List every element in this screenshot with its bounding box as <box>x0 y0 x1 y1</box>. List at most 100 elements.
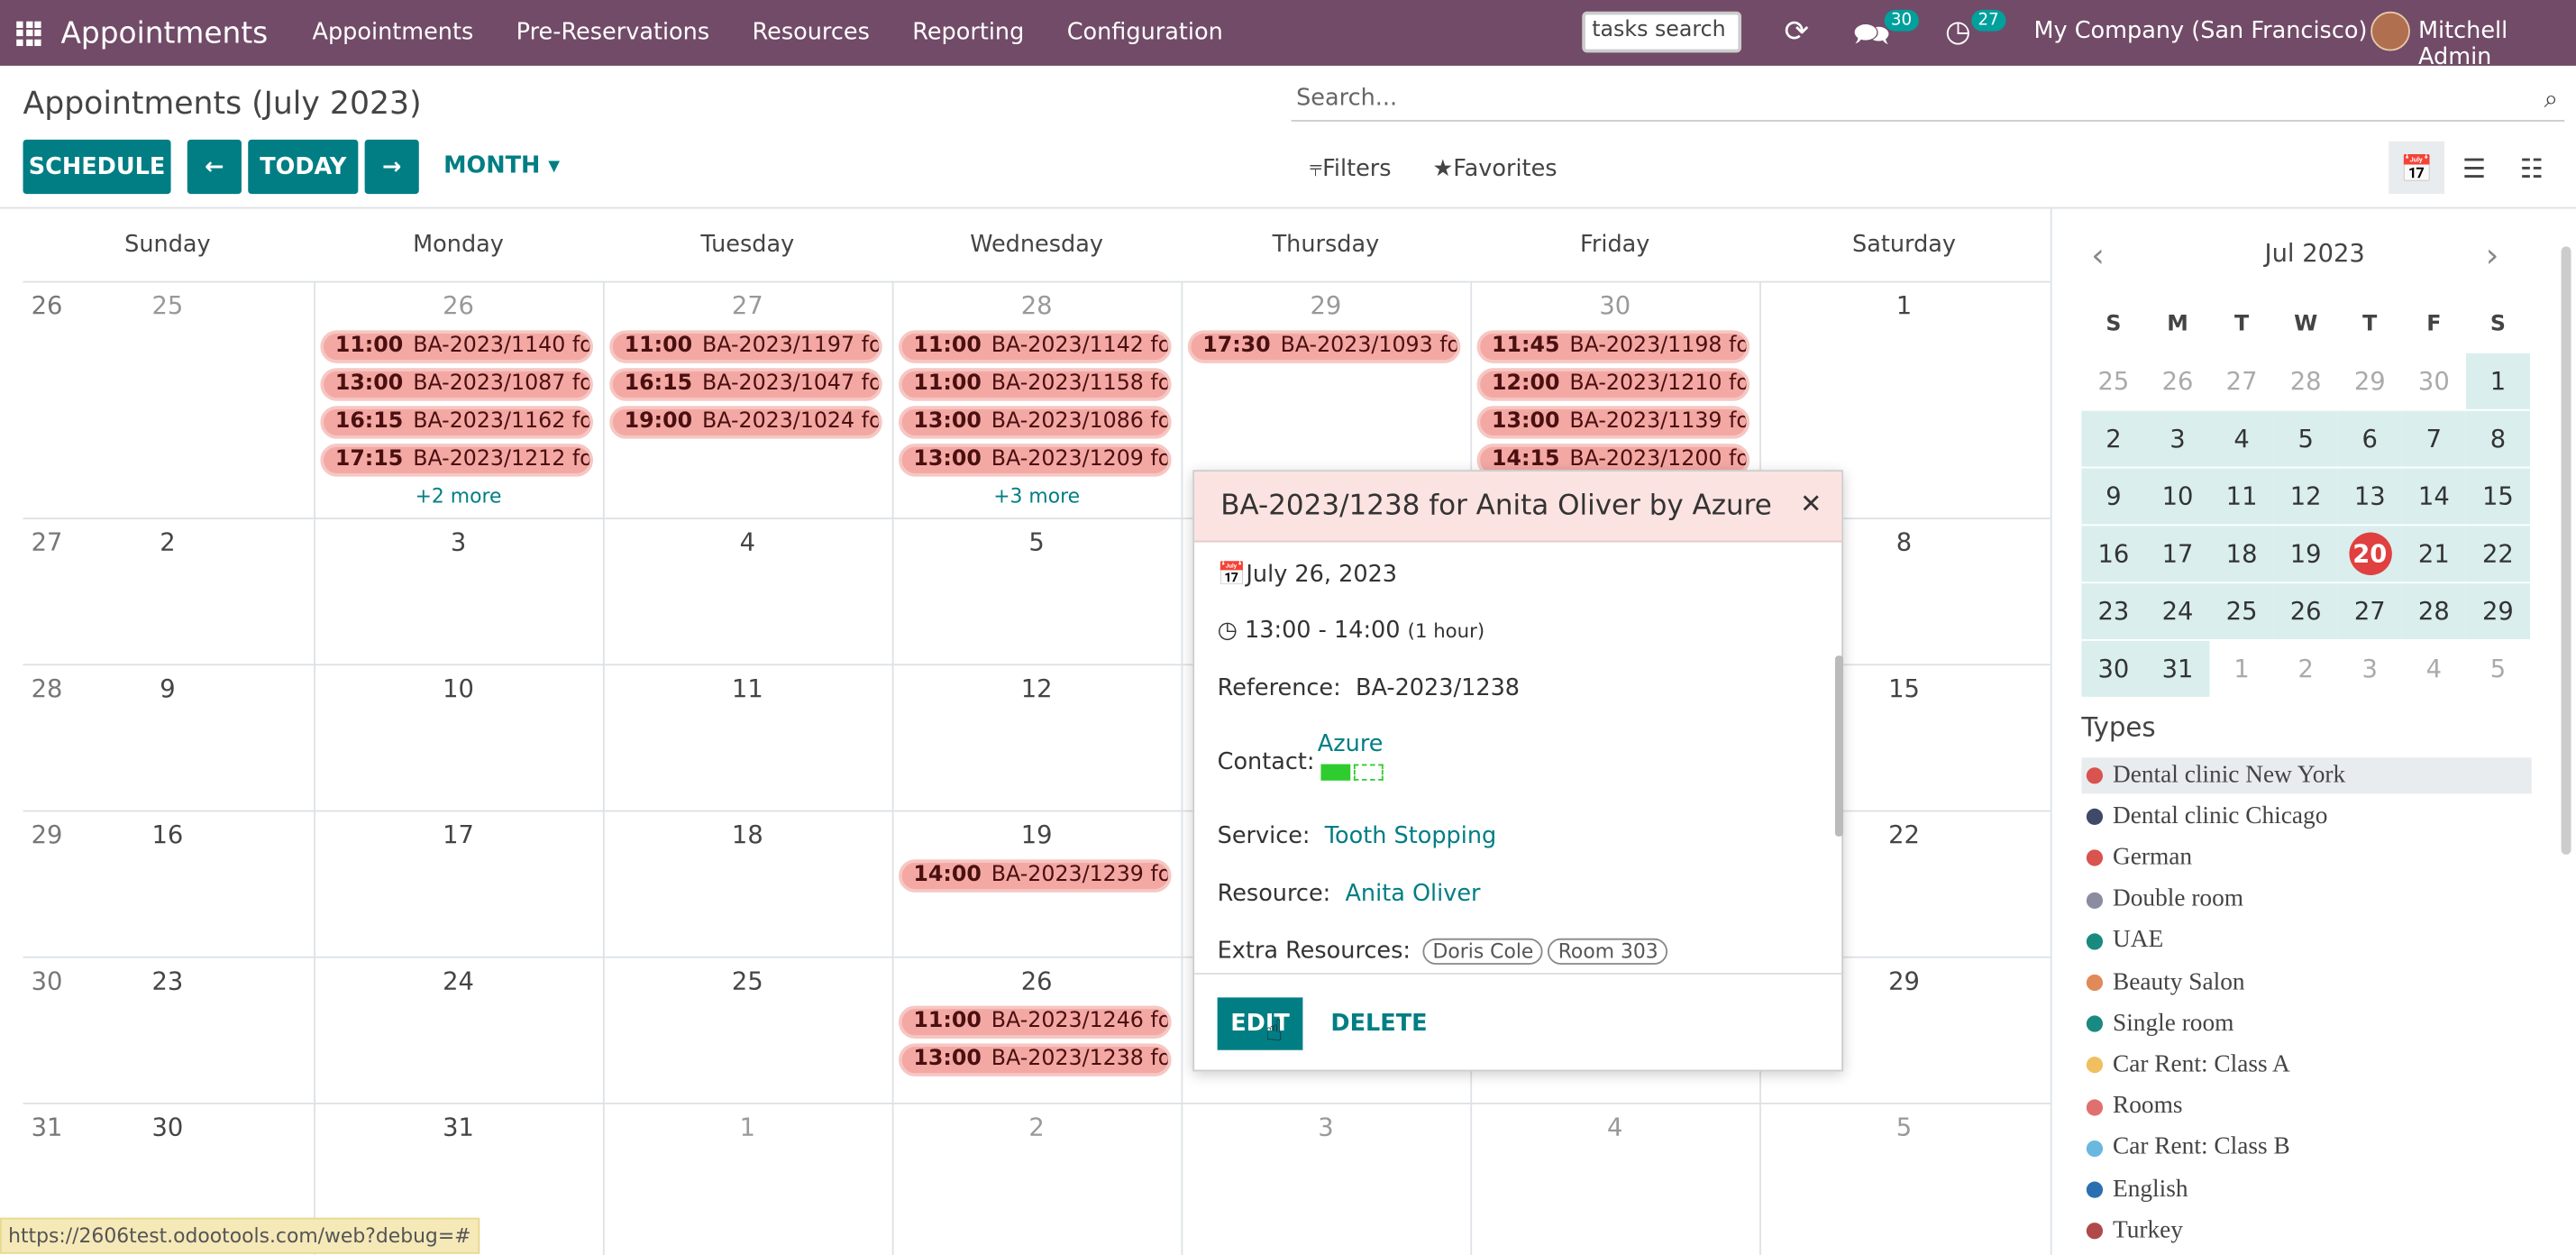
mini-calendar-day[interactable]: 8 <box>2465 410 2530 467</box>
day-number[interactable]: 30 <box>23 1113 313 1142</box>
day-number[interactable]: 3 <box>314 527 603 557</box>
chevron-right-icon[interactable]: › <box>2486 235 2499 275</box>
mini-calendar-day[interactable]: 27 <box>2337 583 2402 640</box>
mini-calendar-day[interactable]: 28 <box>2274 353 2338 409</box>
mini-calendar-day[interactable]: 16 <box>2081 526 2146 582</box>
calendar-event[interactable]: 13:00 BA-2023/1238 fo... <box>899 1043 1172 1076</box>
day-number[interactable]: 26 <box>892 966 1182 996</box>
day-number[interactable]: 4 <box>1470 1113 1759 1142</box>
apps-menu-icon[interactable] <box>16 20 41 46</box>
mini-calendar-day[interactable]: 10 <box>2145 468 2210 525</box>
resource-link[interactable]: Anita Oliver <box>1345 881 1480 907</box>
mini-calendar-day[interactable]: 19 <box>2273 526 2338 582</box>
close-icon[interactable]: ✕ <box>1800 488 1822 519</box>
prev-arrow-icon[interactable]: ← <box>187 139 242 195</box>
popover-scrollbar[interactable] <box>1834 655 1844 837</box>
mini-calendar-day[interactable]: 9 <box>2081 468 2146 525</box>
mini-calendar-day[interactable]: 31 <box>2145 640 2210 697</box>
calendar-event[interactable]: 11:00 BA-2023/1158 fo... <box>899 368 1172 401</box>
search-icon[interactable]: ⌕ <box>2544 84 2558 114</box>
mini-calendar-day[interactable]: 30 <box>2402 353 2466 409</box>
mini-calendar-day[interactable]: 12 <box>2273 468 2338 525</box>
mini-calendar-day[interactable]: 3 <box>2145 410 2210 467</box>
calendar-event[interactable]: 16:15 BA-2023/1047 fo... <box>609 368 882 401</box>
type-filter-item[interactable]: Double room <box>2081 882 2531 918</box>
day-number[interactable]: 2 <box>892 1113 1182 1142</box>
type-filter-item[interactable]: Beauty Salon <box>2081 965 2531 1001</box>
delete-button[interactable]: DELETE <box>1330 1011 1427 1037</box>
type-filter-item[interactable]: Dental clinic Chicago <box>2081 799 2531 835</box>
tasks-search-input[interactable]: tasks search <box>1582 11 1742 53</box>
nav-resources[interactable]: Resources <box>753 20 870 46</box>
type-filter-item[interactable]: English <box>2081 1172 2531 1208</box>
mini-calendar-day[interactable]: 25 <box>2081 353 2145 409</box>
gantt-view-icon[interactable]: ☷ <box>2504 142 2560 194</box>
popover-contact[interactable]: Azure <box>1318 731 1384 787</box>
day-number[interactable]: 31 <box>314 1113 603 1142</box>
type-filter-item[interactable]: Car Rent: Class A <box>2081 1048 2531 1084</box>
calendar-event[interactable]: 17:15 BA-2023/1212 fo... <box>320 444 593 477</box>
nav-pre-reservations[interactable]: Pre-Reservations <box>516 20 709 46</box>
day-number[interactable]: 3 <box>1182 1113 1471 1142</box>
filters-toggle[interactable]: ⫧Filters <box>1310 156 1392 182</box>
calendar-event[interactable]: 16:15 BA-2023/1162 fo... <box>320 406 593 439</box>
mini-calendar-day[interactable]: 29 <box>2465 583 2530 640</box>
mini-calendar-day[interactable]: 28 <box>2401 583 2466 640</box>
day-number[interactable]: 5 <box>892 527 1182 557</box>
day-number[interactable]: 30 <box>1470 291 1759 321</box>
day-number[interactable]: 24 <box>314 966 603 996</box>
today-button[interactable]: TODAY <box>248 139 359 195</box>
search-input[interactable]: Search... ⌕ <box>1291 76 2565 122</box>
day-number[interactable]: 25 <box>23 291 313 321</box>
type-filter-item[interactable]: Turkey <box>2081 1213 2531 1249</box>
mini-calendar-day[interactable]: 27 <box>2210 353 2274 409</box>
mini-calendar-day[interactable]: 21 <box>2401 526 2466 582</box>
more-events-link[interactable]: +2 more <box>314 485 603 508</box>
calendar-event[interactable]: 11:00 BA-2023/1246 fo... <box>899 1005 1172 1039</box>
mini-calendar-day[interactable]: 17 <box>2145 526 2210 582</box>
type-filter-item[interactable]: Single room <box>2081 1006 2531 1042</box>
calendar-event[interactable]: 11:00 BA-2023/1142 fo... <box>899 330 1172 363</box>
nav-configuration[interactable]: Configuration <box>1067 20 1223 46</box>
mini-calendar-day[interactable]: 14 <box>2401 468 2466 525</box>
type-filter-item[interactable]: UAE <box>2081 923 2531 959</box>
mini-calendar-day[interactable]: 6 <box>2337 410 2402 467</box>
nav-appointments[interactable]: Appointments <box>313 20 474 46</box>
calendar-view-icon[interactable]: 📅 <box>2389 141 2445 195</box>
day-number[interactable]: 1 <box>603 1113 892 1142</box>
day-number[interactable]: 29 <box>1182 291 1471 321</box>
mini-calendar-day[interactable]: 18 <box>2209 526 2274 582</box>
type-filter-item[interactable]: Rooms <box>2081 1089 2531 1125</box>
mini-calendar-day[interactable]: 11 <box>2209 468 2274 525</box>
calendar-event[interactable]: 13:00 BA-2023/1209 fo... <box>899 444 1172 477</box>
mini-calendar-day[interactable]: 26 <box>2145 353 2209 409</box>
day-number[interactable]: 1 <box>1759 291 2049 321</box>
mini-calendar-day[interactable]: 3 <box>2338 641 2402 697</box>
day-number[interactable]: 4 <box>603 527 892 557</box>
list-view-icon[interactable]: ☰ <box>2446 142 2502 194</box>
mini-calendar-day[interactable]: 25 <box>2209 583 2274 640</box>
calendar-event[interactable]: 11:00 BA-2023/1140 fo... <box>320 330 593 363</box>
mini-calendar-day[interactable]: 1 <box>2210 641 2274 697</box>
day-number[interactable]: 11 <box>603 673 892 703</box>
app-title[interactable]: Appointments <box>60 15 268 50</box>
mini-calendar-day[interactable]: 13 <box>2337 468 2402 525</box>
day-number[interactable]: 10 <box>314 673 603 703</box>
company-switcher[interactable]: My Company (San Francisco) <box>2034 18 2368 44</box>
mini-calendar-day[interactable]: 24 <box>2145 583 2210 640</box>
type-filter-item[interactable]: Dental clinic New York <box>2081 757 2532 794</box>
nav-reporting[interactable]: Reporting <box>912 20 1024 46</box>
mini-calendar-day[interactable]: 7 <box>2401 410 2466 467</box>
calendar-event[interactable]: 13:00 BA-2023/1087 fo... <box>320 368 593 401</box>
mini-calendar-day[interactable]: 29 <box>2338 353 2402 409</box>
activity-clock-icon[interactable]: ◷ <box>1945 14 1971 49</box>
day-number[interactable]: 23 <box>23 966 313 996</box>
day-number[interactable]: 26 <box>314 291 603 321</box>
mini-calendar-day[interactable]: 4 <box>2209 410 2274 467</box>
mini-calendar-day[interactable]: 23 <box>2081 583 2146 640</box>
calendar-event[interactable]: 11:00 BA-2023/1197 fo... <box>609 330 882 363</box>
mini-calendar-day[interactable]: 5 <box>2273 410 2338 467</box>
mini-calendar-today[interactable]: 20 <box>2337 526 2402 582</box>
day-number[interactable]: 25 <box>603 966 892 996</box>
mini-calendar-day[interactable]: 30 <box>2081 640 2146 697</box>
